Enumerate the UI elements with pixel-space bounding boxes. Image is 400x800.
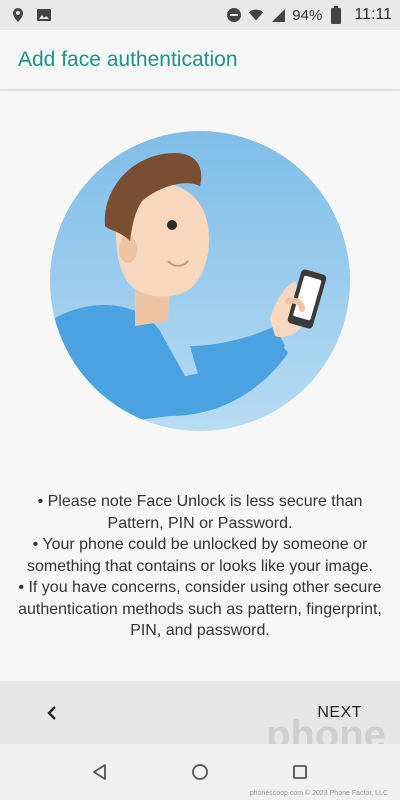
wifi-icon [248,7,264,23]
info-line-1: • Please note Face Unlock is less secure… [37,493,363,532]
signal-icon [270,7,286,23]
square-recents-icon [293,765,307,779]
location-icon [10,7,26,23]
nav-recents-button[interactable] [280,752,320,792]
next-button[interactable]: NEXT [317,704,362,722]
info-line-3: • If you have concerns, consider using o… [18,579,382,639]
info-line-2: • Your phone could be unlocked by someon… [27,536,373,575]
back-button[interactable] [40,701,64,725]
system-nav-bar [0,744,400,800]
info-text: • Please note Face Unlock is less secure… [18,491,382,642]
status-right: 94% 11:11 [226,6,392,24]
status-left [10,7,52,23]
circle-home-icon [192,764,208,780]
chevron-left-icon [47,705,56,720]
nav-home-button[interactable] [180,752,220,792]
battery-icon [328,6,344,24]
status-time: 11:11 [354,6,392,23]
status-bar: 94% 11:11 [0,0,400,30]
nav-back-button[interactable] [80,752,120,792]
app-bar: Add face authentication [0,30,400,90]
triangle-back-icon [93,764,106,780]
do-not-disturb-icon [226,7,242,23]
battery-percent: 94% [292,6,323,24]
image-icon [36,7,52,23]
page-title: Add face authentication [18,47,238,71]
face-unlock-illustration [50,131,350,431]
bottom-action-bar: NEXT [0,681,400,744]
content-area: • Please note Face Unlock is less secure… [0,91,400,681]
